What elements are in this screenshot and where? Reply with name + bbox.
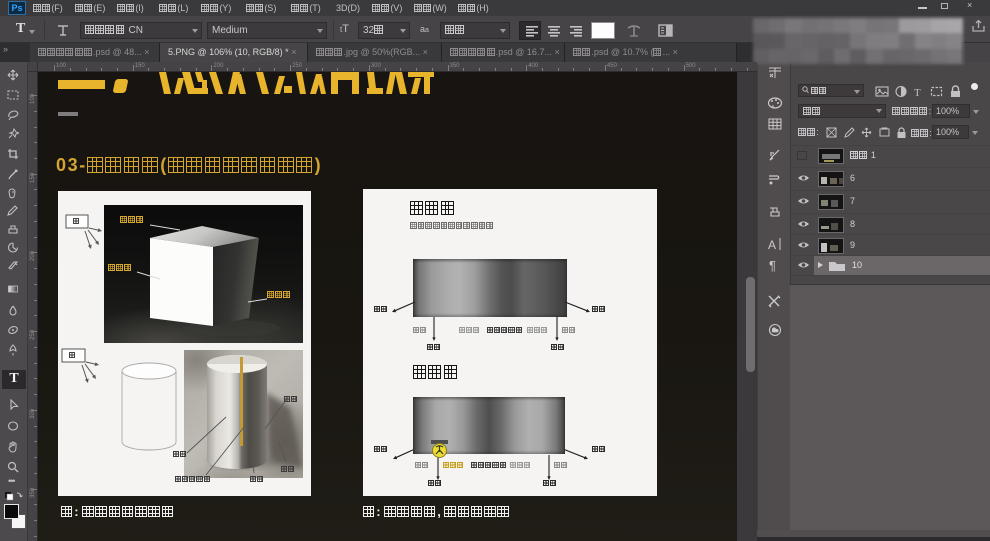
svg-text:A: A [768,238,776,251]
svg-text:T: T [914,87,921,98]
svg-text:¶: ¶ [769,258,776,272]
